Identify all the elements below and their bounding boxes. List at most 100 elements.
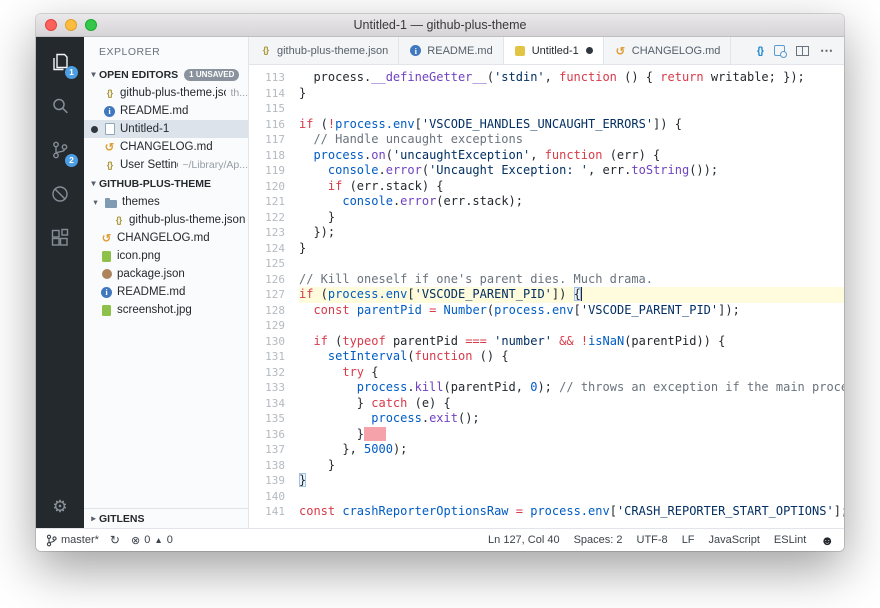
code-line[interactable]: 119 console.error('Uncaught Exception: '… [249,163,844,179]
curly-braces-icon[interactable]: {} [757,45,764,57]
line-content: console.error(err.stack); [342,194,523,208]
status-problems[interactable]: ⊗ 0 ▲ 0 [131,534,173,547]
tree-item-icon-png[interactable]: icon.png [84,247,248,265]
open-editors-header[interactable]: ▾ OPEN EDITORS 1 UNSAVED [84,65,248,84]
code-line[interactable]: 127 if (process.env['VSCODE_PARENT_PID'])… [249,287,844,303]
code-line[interactable]: 116 if (!process.env['VSCODE_HANDLES_UNCA… [249,117,844,133]
code-line[interactable]: 115 [249,101,844,117]
error-count: 0 [144,534,151,546]
tab-untitled-1[interactable]: Untitled-1 [503,37,604,64]
warning-count: 0 [166,534,173,546]
status-eslint[interactable]: ESLint [774,534,806,546]
status-encoding[interactable]: UTF-8 [637,534,668,546]
code-line[interactable]: 138 } [249,458,844,474]
code-line[interactable]: 120 if (err.stack) { [249,179,844,195]
status-feedback-smiley[interactable]: ☻ [820,533,834,548]
code-line[interactable]: 125 [249,256,844,272]
code-line[interactable]: 113 process.__defineGetter__('stdin', fu… [249,70,844,86]
code-line[interactable]: 126 // Kill oneself if one's parent dies.… [249,272,844,288]
gitlens-section-header[interactable]: ▸ GITLENS [84,508,248,528]
tab-changelog[interactable]: CHANGELOG.md [603,37,732,64]
gitlens-label: GITLENS [99,512,145,525]
code-line[interactable]: 141 const crashReporterOptionsRaw = proce… [249,504,844,520]
activity-source-control[interactable]: 2 [36,128,84,172]
status-cursor-position[interactable]: Ln 127, Col 40 [488,534,560,546]
code-line[interactable]: 130 if (typeof parentPid === 'number' &&… [249,334,844,350]
line-content: process.on('uncaughtException', function… [313,147,661,162]
code-editor[interactable]: 113 process.__defineGetter__('stdin', fu… [249,65,844,528]
activity-debug[interactable] [36,172,84,216]
tree-item-package-json[interactable]: package.json [84,265,248,283]
line-number: 135 [265,412,285,425]
code-line[interactable]: 124} [249,241,844,257]
status-branch[interactable]: master* [46,534,99,547]
open-editor-untitled-1[interactable]: Untitled-1 [84,120,248,138]
code-line[interactable]: 137 }, 5000); [249,442,844,458]
line-content: }, 5000); [299,442,408,456]
line-content: if (!process.env['VSCODE_HANDLES_UNCAUGH… [299,116,682,131]
code-line[interactable]: 136 } [249,426,844,443]
code-line[interactable]: 122 } [249,210,844,226]
line-number: 125 [265,257,285,270]
titlebar[interactable]: Untitled-1 — github-plus-theme [36,14,844,37]
tree-item-screenshot-jpg[interactable]: screenshot.jpg [84,301,248,319]
file-label: CHANGELOG.md [120,141,213,153]
open-editor-changelog[interactable]: CHANGELOG.md [84,138,248,156]
code-line[interactable]: 118 process.on('uncaughtException', func… [249,148,844,164]
code-line[interactable]: 135 process.exit(); [249,411,844,427]
status-sync[interactable]: ↻ [110,533,120,547]
code-line[interactable]: 131 setInterval(function () { [249,349,844,365]
code-line[interactable]: 128 const parentPid = Number(process.env… [249,303,844,319]
code-line[interactable]: 129 [249,318,844,334]
open-editor-readme[interactable]: README.md [84,102,248,120]
line-number: 128 [265,303,285,317]
tab-github-plus-theme-json[interactable]: github-plus-theme.json [249,37,400,64]
readme-info-icon [104,105,115,117]
project-section-header[interactable]: ▾ GITHUB-PLUS-THEME [84,174,248,193]
line-content: const parentPid = Number(process.env['VS… [313,302,740,317]
code-line[interactable]: 139} [249,473,844,489]
code-line[interactable]: 114} [249,86,844,102]
unsaved-badge: 1 UNSAVED [184,68,240,81]
code-line[interactable]: 121 console.error(err.stack); [249,194,844,210]
activity-search[interactable] [36,84,84,128]
code-line[interactable]: 132 try { [249,365,844,381]
tree-item-readme[interactable]: README.md [84,283,248,301]
file-detail: th... [230,87,248,99]
line-content: }); [299,225,336,239]
settings-button[interactable]: ⚙ [36,486,84,528]
activity-extensions[interactable] [36,216,84,260]
line-number: 129 [265,319,285,332]
code-line[interactable]: 123 }); [249,225,844,241]
tab-readme[interactable]: README.md [399,37,504,64]
open-editor-github-plus-theme-json[interactable]: github-plus-theme.json th... [84,84,248,102]
chevron-down-icon: ▾ [91,178,96,188]
code-line[interactable]: 140 [249,489,844,505]
status-indentation[interactable]: Spaces: 2 [574,534,623,546]
status-eol[interactable]: LF [682,534,695,546]
file-label: github-plus-theme.json [120,87,227,99]
minimize-window-button[interactable] [65,19,77,31]
code-line[interactable]: 117 // Handle uncaught exceptions [249,132,844,148]
code-line[interactable]: 133 process.kill(parentPid, 0); // throw… [249,380,844,396]
code-line[interactable]: 134 } catch (e) { [249,396,844,412]
tree-item-changelog[interactable]: CHANGELOG.md [84,229,248,247]
open-preview-icon[interactable] [774,45,787,58]
tab-label: README.md [427,44,493,57]
file-label: Untitled-1 [120,123,170,135]
status-language[interactable]: JavaScript [709,534,760,546]
line-number: 134 [265,396,285,410]
line-content: process.__defineGetter__('stdin', functi… [299,70,805,84]
zoom-window-button[interactable] [85,19,97,31]
dirty-indicator [585,47,593,54]
line-number: 130 [265,334,285,348]
line-content: } [299,457,336,472]
tree-item-themes[interactable]: ▾ themes [84,193,248,211]
tree-item-github-plus-theme-json[interactable]: github-plus-theme.json [84,211,248,229]
close-window-button[interactable] [45,19,57,31]
open-editor-user-settings[interactable]: User Settings ~/Library/Ap... [84,156,248,174]
more-actions-icon[interactable]: ⋯ [820,43,833,59]
tab-label: Untitled-1 [531,44,579,57]
activity-explorer[interactable]: 1 [36,40,84,84]
split-editor-icon[interactable] [796,45,809,56]
